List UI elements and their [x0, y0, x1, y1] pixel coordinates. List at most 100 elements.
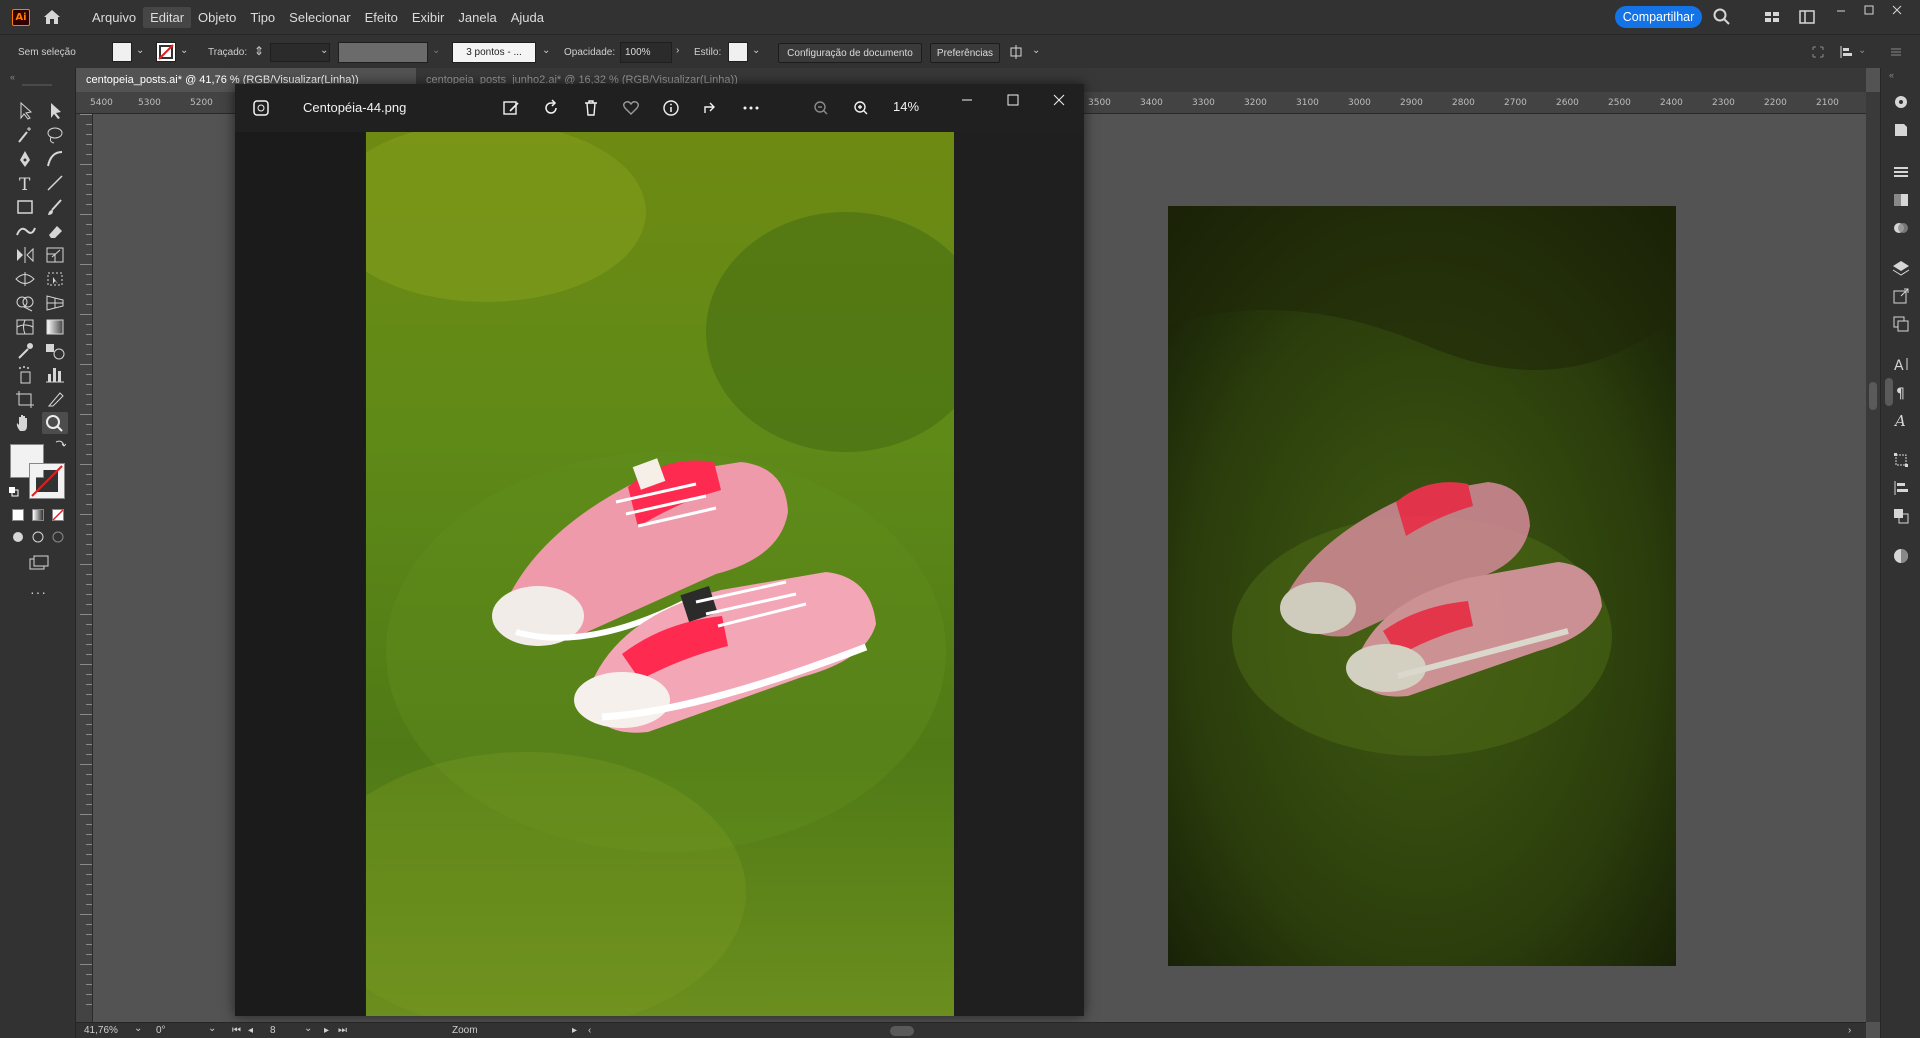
- column-graph-tool-icon[interactable]: [42, 364, 68, 386]
- align-icon[interactable]: [1836, 42, 1856, 62]
- eraser-tool-icon[interactable]: [42, 220, 68, 242]
- menu-ajuda[interactable]: Ajuda: [504, 7, 551, 28]
- paintbrush-tool-icon[interactable]: [42, 196, 68, 218]
- menu-selecionar[interactable]: Selecionar: [282, 7, 357, 28]
- color-mode-icon[interactable]: [12, 509, 24, 521]
- screen-mode-icon[interactable]: [28, 554, 50, 572]
- chevron-down-icon[interactable]: ⌄: [1858, 45, 1866, 56]
- line-tool-icon[interactable]: [42, 172, 68, 194]
- shaper-tool-icon[interactable]: [12, 220, 38, 242]
- zoom-out-icon[interactable]: [811, 98, 831, 118]
- variable-width-profile[interactable]: [338, 42, 428, 63]
- zoom-level[interactable]: 41,76%: [84, 1025, 118, 1036]
- color-guide-icon[interactable]: [1891, 92, 1911, 112]
- gradient-panel-icon[interactable]: [1891, 190, 1911, 210]
- hand-tool-icon[interactable]: [12, 412, 38, 434]
- menu-arquivo[interactable]: Arquivo: [85, 7, 143, 28]
- artboard-tool-icon[interactable]: [12, 388, 38, 410]
- stroke-swatch[interactable]: [156, 42, 176, 62]
- opentype-icon[interactable]: A: [1891, 410, 1911, 430]
- none-mode-icon[interactable]: [52, 509, 64, 521]
- pathfinder-icon[interactable]: [1891, 506, 1911, 526]
- gradient-mode-icon[interactable]: [32, 509, 44, 521]
- align-panel-icon[interactable]: [1891, 478, 1911, 498]
- window-maximize-icon[interactable]: [1003, 90, 1023, 110]
- collapse-toolbar-icon[interactable]: «: [10, 72, 15, 82]
- draw-mode-icons[interactable]: [12, 530, 64, 544]
- swap-colors-icon[interactable]: [54, 438, 66, 450]
- menu-janela[interactable]: Janela: [451, 7, 503, 28]
- rotate-icon[interactable]: [541, 98, 561, 118]
- lasso-tool-icon[interactable]: [42, 124, 68, 146]
- minimize-icon[interactable]: [1834, 3, 1848, 17]
- paragraph-icon[interactable]: ¶: [1891, 382, 1911, 402]
- more-options-icon[interactable]: [741, 98, 761, 118]
- preferences-button[interactable]: Preferências: [930, 43, 1000, 63]
- scale-tool-icon[interactable]: [42, 244, 68, 266]
- share-button[interactable]: Compartilhar: [1615, 6, 1702, 28]
- zoom-in-icon[interactable]: [851, 98, 871, 118]
- chevron-down-icon[interactable]: ⌄: [180, 45, 188, 56]
- selection-tool-icon[interactable]: [12, 100, 38, 122]
- menu-exibir[interactable]: Exibir: [405, 7, 452, 28]
- vertical-scrollbar[interactable]: [1866, 92, 1880, 1022]
- first-artboard-icon[interactable]: ⏮: [232, 1025, 241, 1036]
- dock-scrollbar[interactable]: [1885, 378, 1893, 406]
- transparency-icon[interactable]: [1891, 218, 1911, 238]
- gradient-tool-icon[interactable]: [42, 316, 68, 338]
- window-close-icon[interactable]: [1049, 90, 1069, 110]
- libraries-icon[interactable]: [1891, 120, 1911, 140]
- mesh-tool-icon[interactable]: [12, 316, 38, 338]
- menu-editar[interactable]: Editar: [143, 6, 192, 28]
- layers-icon[interactable]: [1891, 258, 1911, 278]
- horizontal-scrollbar-thumb[interactable]: [890, 1026, 914, 1036]
- window-minimize-icon[interactable]: [957, 90, 977, 110]
- workspace-icon[interactable]: [1797, 7, 1817, 27]
- panel-menu-icon[interactable]: [1886, 42, 1906, 62]
- graphic-style-swatch[interactable]: [728, 42, 748, 62]
- last-artboard-icon[interactable]: ⏭: [338, 1025, 347, 1036]
- more-tools-icon[interactable]: ···: [30, 584, 47, 600]
- chevron-down-icon[interactable]: ⌄: [320, 45, 328, 56]
- maximize-icon[interactable]: [1862, 3, 1876, 17]
- direct-selection-tool-icon[interactable]: [42, 100, 68, 122]
- asset-export-icon[interactable]: [1891, 286, 1911, 306]
- menu-objeto[interactable]: Objeto: [191, 7, 243, 28]
- zoom-tool-active[interactable]: [42, 412, 68, 434]
- width-tool-icon[interactable]: [12, 268, 38, 290]
- artboard-number[interactable]: 8: [270, 1025, 276, 1036]
- stepper-icon[interactable]: ⇕: [254, 44, 264, 58]
- chevron-down-icon[interactable]: ⌄: [136, 45, 144, 56]
- search-icon[interactable]: [1712, 7, 1732, 27]
- chevron-down-icon[interactable]: ⌄: [304, 1023, 312, 1034]
- fill-swatch[interactable]: [112, 42, 132, 62]
- eyedropper-tool-icon[interactable]: [12, 340, 38, 362]
- transform-panel-icon[interactable]: [1891, 450, 1911, 470]
- slice-tool-icon[interactable]: [42, 388, 68, 410]
- type-tool-icon[interactable]: T: [12, 172, 38, 194]
- free-transform-tool-icon[interactable]: [42, 268, 68, 290]
- opacity-field[interactable]: 100%: [620, 42, 672, 63]
- arrange-documents-icon[interactable]: [1762, 7, 1782, 27]
- document-setup-button[interactable]: Configuração de documento: [778, 43, 922, 63]
- reflect-tool-icon[interactable]: [12, 244, 38, 266]
- default-colors-icon[interactable]: [8, 486, 20, 498]
- chevron-down-icon[interactable]: ⌄: [752, 45, 760, 56]
- artboards-icon[interactable]: [1891, 314, 1911, 334]
- chevron-down-icon[interactable]: ⌄: [1032, 45, 1040, 56]
- expand-panels-icon[interactable]: «: [1889, 70, 1894, 80]
- close-icon[interactable]: [1890, 3, 1904, 17]
- appearance-icon[interactable]: [1891, 546, 1911, 566]
- home-icon[interactable]: [42, 8, 62, 26]
- transform-icon[interactable]: [1808, 42, 1828, 62]
- magic-wand-tool-icon[interactable]: [12, 124, 38, 146]
- blend-tool-icon[interactable]: [42, 340, 68, 362]
- rotation-value[interactable]: 0°: [156, 1025, 166, 1036]
- menu-tipo[interactable]: Tipo: [243, 7, 282, 28]
- arrange-icon[interactable]: [1008, 42, 1028, 62]
- rectangle-tool-icon[interactable]: [12, 196, 38, 218]
- info-icon[interactable]: [661, 98, 681, 118]
- chevron-down-icon[interactable]: ⌄: [542, 45, 550, 56]
- viewer-image[interactable]: [366, 132, 954, 1016]
- symbol-sprayer-tool-icon[interactable]: [12, 364, 38, 386]
